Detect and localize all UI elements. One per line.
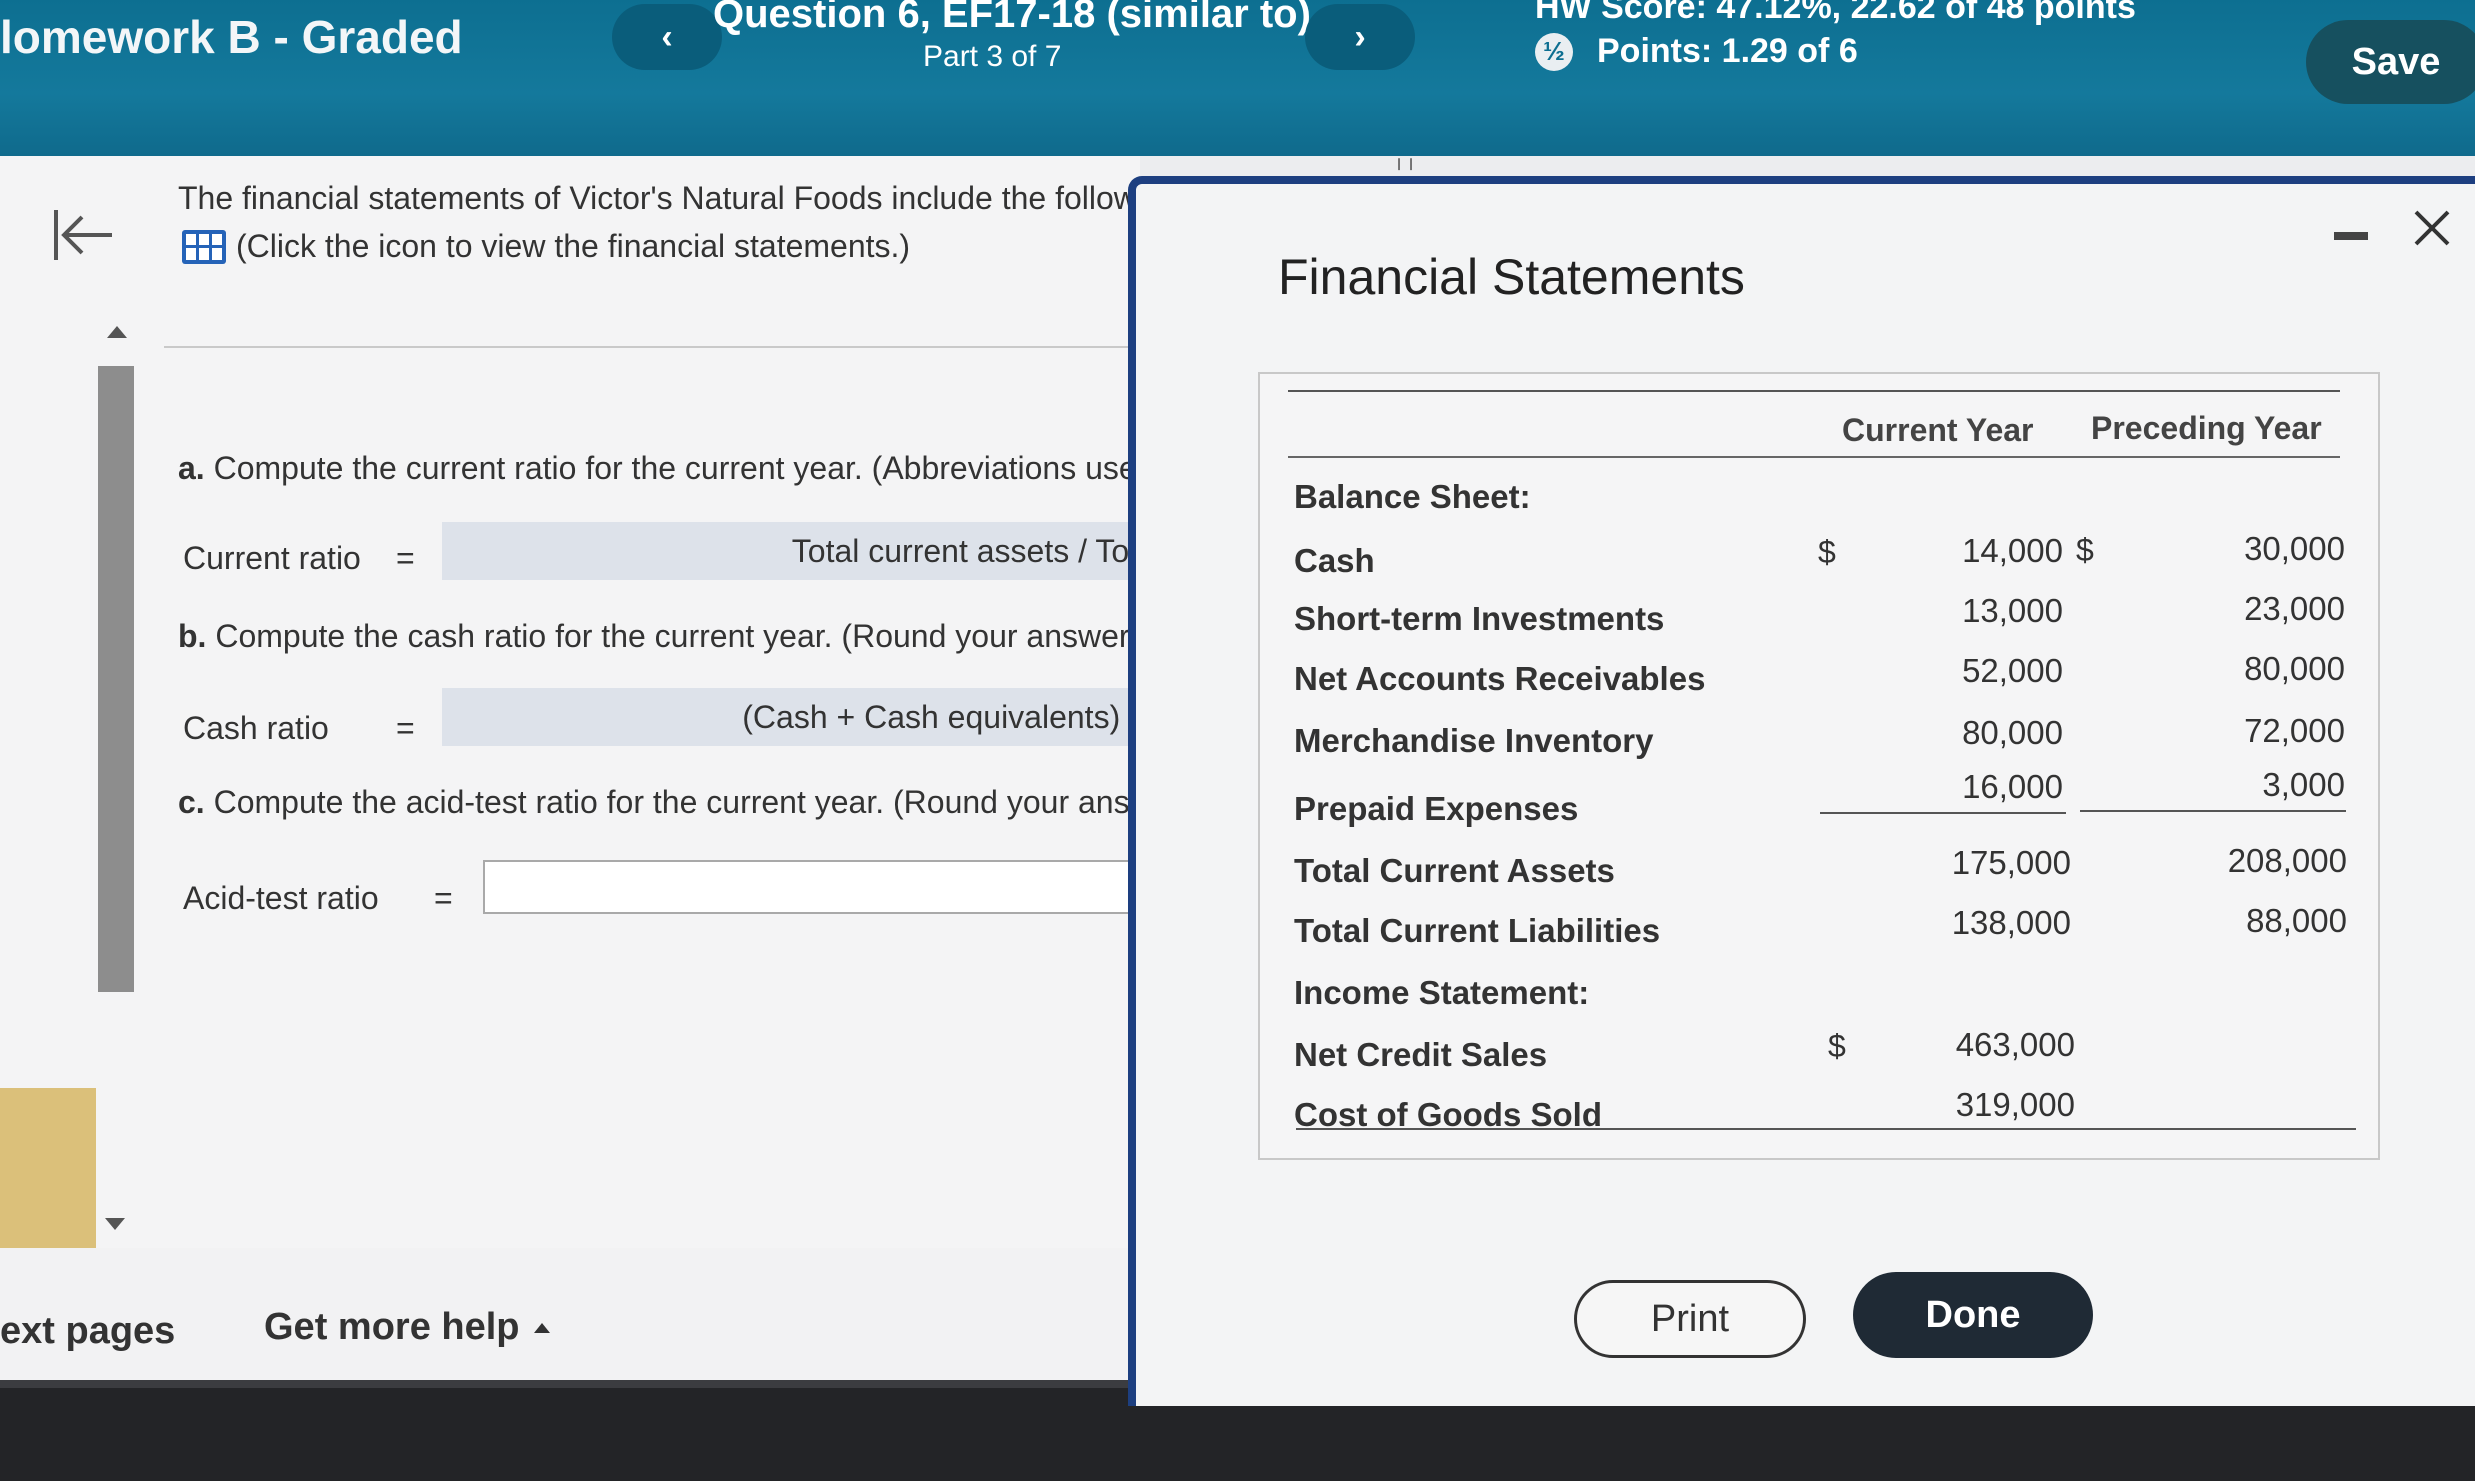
tca-preceding: 208,000 — [2227, 842, 2347, 879]
equals-sign: = — [396, 710, 415, 746]
drag-handle-icon[interactable]: ╵╵ — [1393, 158, 1417, 183]
sti-preceding: 23,000 — [2244, 590, 2345, 627]
points-text: Points: 1.29 of 6 — [1597, 32, 1858, 70]
subtotal-rule — [2080, 810, 2346, 812]
table-rule — [1288, 390, 2340, 392]
partial-credit-icon: ½ — [1535, 32, 1573, 71]
ncs-current: 463,000 — [1955, 1026, 2075, 1063]
get-more-help-label: Get more help — [264, 1306, 520, 1348]
nar-preceding: 80,000 — [2244, 650, 2345, 687]
cash-ratio-label: Cash ratio — [183, 710, 329, 746]
currency-symbol: $ — [1818, 534, 1836, 570]
chevron-left-icon: ‹ — [661, 17, 673, 56]
row-label-total-current-liabilities: Total Current Liabilities — [1294, 912, 1661, 949]
column-header-current-year: Current Year — [1842, 412, 2034, 448]
equals-sign: = — [396, 540, 415, 576]
acid-test-input[interactable] — [483, 860, 1143, 914]
row-label-net-accounts-receivables: Net Accounts Receivables — [1294, 660, 1706, 697]
row-label-cash: Cash — [1294, 542, 1375, 579]
view-statements-link[interactable]: (Click the icon to view the financial st… — [182, 228, 910, 265]
hw-score: HW Score: 47.12%, 22.62 of 48 points — [1535, 0, 2136, 26]
row-label-prepaid-expenses: Prepaid Expenses — [1294, 790, 1579, 827]
top-bar: lomework B - Graded ‹ Question 6, EF17-1… — [0, 0, 2475, 156]
done-button[interactable]: Done — [1853, 1272, 2093, 1358]
question-title: Question 6, EF17-18 (similar to) — [713, 0, 1311, 36]
part-a-prompt: a. Compute the current ratio for the cur… — [178, 450, 1137, 487]
current-ratio-label: Current ratio — [183, 540, 361, 576]
part-a-letter: a. — [178, 450, 205, 486]
question-pane — [0, 156, 1140, 1388]
save-button[interactable]: Save — [2306, 20, 2475, 104]
cogs-current: 319,000 — [1955, 1086, 2075, 1123]
table-rule — [1288, 456, 2340, 458]
part-b-prompt: b. Compute the cash ratio for the curren… — [178, 618, 1130, 655]
next-pages-link[interactable]: ext pages — [0, 1310, 175, 1353]
balance-sheet-heading: Balance Sheet: — [1294, 478, 1531, 515]
scrollbar-thumb[interactable] — [98, 366, 134, 992]
cash-preceding: 30,000 — [2244, 530, 2345, 567]
table-grid-icon[interactable] — [182, 229, 226, 264]
row-label-merchandise-inventory: Merchandise Inventory — [1294, 722, 1654, 759]
close-icon[interactable] — [2410, 206, 2454, 250]
side-highlight — [0, 1088, 96, 1248]
divider — [164, 346, 1144, 348]
currency-symbol: $ — [2076, 532, 2094, 568]
caret-up-icon — [533, 1322, 550, 1333]
acid-test-label: Acid-test ratio — [183, 880, 379, 916]
part-b-text: Compute the cash ratio for the current y… — [206, 618, 1130, 654]
chevron-right-icon: › — [1354, 17, 1366, 56]
pre-current: 16,000 — [1962, 768, 2063, 805]
row-label-total-current-assets: Total Current Assets — [1294, 852, 1615, 889]
tcl-current: 138,000 — [1951, 904, 2071, 941]
part-c-letter: c. — [178, 784, 205, 820]
inv-current: 80,000 — [1962, 714, 2063, 751]
assignment-title: lomework B - Graded — [0, 11, 463, 63]
pre-preceding: 3,000 — [2262, 766, 2345, 803]
sti-current: 13,000 — [1962, 592, 2063, 629]
part-b-letter: b. — [178, 618, 207, 654]
print-button[interactable]: Print — [1574, 1280, 1806, 1358]
dialog-title: Financial Statements — [1278, 249, 1745, 305]
tcl-preceding: 88,000 — [2246, 902, 2347, 939]
inv-preceding: 72,000 — [2244, 712, 2345, 749]
scroll-up-arrow-icon[interactable] — [107, 326, 127, 338]
cash-current: 14,000 — [1962, 532, 2063, 569]
equals-sign: = — [434, 880, 453, 916]
minimize-icon[interactable] — [2334, 232, 2368, 240]
cash-ratio-formula: (Cash + Cash equivalents) / — [442, 688, 1142, 746]
get-more-help-button[interactable]: Get more help — [264, 1306, 550, 1349]
next-question-button[interactable]: › — [1305, 4, 1415, 70]
part-c-prompt: c. Compute the acid-test ratio for the c… — [178, 784, 1130, 821]
scroll-down-arrow-icon[interactable] — [105, 1218, 125, 1230]
question-intro: The financial statements of Victor's Nat… — [178, 180, 1137, 216]
subtotal-rule — [1820, 812, 2066, 814]
part-c-text: Compute the acid-test ratio for the curr… — [204, 784, 1130, 820]
part-a-text: Compute the current ratio for the curren… — [204, 450, 1137, 486]
view-statements-text: (Click the icon to view the financial st… — [236, 228, 911, 264]
points-status: ½ Points: 1.29 of 6 — [1535, 32, 1858, 71]
row-label-short-term-investments: Short-term Investments — [1294, 600, 1665, 637]
tca-current: 175,000 — [1951, 844, 2071, 881]
table-rule — [1296, 1128, 2356, 1130]
collapse-panel-icon[interactable] — [48, 200, 118, 270]
question-part: Part 3 of 7 — [923, 40, 1062, 73]
currency-symbol: $ — [1828, 1028, 1846, 1064]
nar-current: 52,000 — [1962, 652, 2063, 689]
row-label-net-credit-sales: Net Credit Sales — [1294, 1036, 1548, 1073]
column-header-preceding-year: Preceding Year — [2091, 410, 2322, 446]
current-ratio-formula: Total current assets / Tot — [442, 522, 1142, 580]
income-statement-heading: Income Statement: — [1294, 974, 1590, 1011]
previous-question-button[interactable]: ‹ — [612, 4, 722, 70]
